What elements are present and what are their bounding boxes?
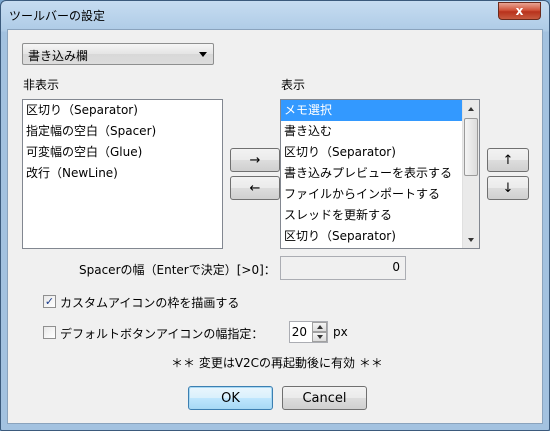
visible-list-scrollbar[interactable] [462, 100, 479, 248]
custom-icon-frame-checkbox[interactable]: ✓ [43, 295, 56, 308]
default-icon-width-checkbox[interactable] [43, 326, 56, 339]
visible-list-label: 表示 [281, 78, 306, 92]
list-item[interactable]: 指定幅の空白（Spacer) [23, 121, 222, 142]
toolbar-select[interactable]: 書き込み欄 [22, 43, 214, 65]
list-item[interactable]: 区切り（Separator) [23, 100, 222, 121]
icon-width-value: 20 [291, 325, 307, 339]
move-up-button[interactable]: ↑ [487, 148, 529, 172]
chevron-down-icon [199, 52, 207, 57]
hidden-list-label: 非表示 [23, 78, 60, 92]
checkmark-icon: ✓ [44, 295, 55, 308]
settings-window: ツールバーの設定 x 書き込み欄 非表示 区切り（Separator) 指定幅の空… [0, 0, 550, 431]
toolbar-select-value: 書き込み欄 [28, 49, 89, 63]
cancel-button-label: Cancel [302, 390, 347, 406]
icon-width-unit: px [333, 325, 348, 339]
list-item[interactable]: ファイルからインポートする [281, 184, 463, 205]
scroll-down-icon [468, 237, 474, 242]
list-item[interactable]: スレッドを更新する [281, 205, 463, 226]
list-item[interactable]: 可変幅の空白（Glue) [23, 142, 222, 163]
move-left-button[interactable]: ← [230, 176, 280, 200]
move-right-button[interactable]: → [230, 148, 280, 172]
spacer-width-value: 0 [392, 260, 400, 274]
custom-icon-frame-label[interactable]: カスタムアイコンの枠を描画する [60, 294, 239, 311]
scroll-up-icon [468, 106, 474, 111]
list-item[interactable]: 区切り（Separator) [281, 142, 463, 163]
move-down-button[interactable]: ↓ [487, 176, 529, 200]
close-button[interactable]: x [498, 2, 541, 20]
default-icon-width-label[interactable]: デフォルトボタンアイコンの幅指定： [60, 325, 263, 342]
visible-listbox[interactable]: メモ選択 書き込む 区切り（Separator) 書き込みプレビューを表示する ファイル… [280, 99, 480, 249]
list-item[interactable]: メモ選択 [281, 100, 463, 121]
window-title: ツールバーの設定 [9, 9, 106, 23]
spinner-up-button[interactable] [312, 322, 327, 332]
scroll-thumb[interactable] [464, 118, 478, 176]
arrow-down-icon: ↓ [502, 180, 514, 196]
spacer-width-label: Spacerの幅（Enterで決定）[>0]： [79, 263, 276, 277]
cancel-button[interactable]: Cancel [282, 386, 367, 410]
spacer-width-input[interactable]: 0 [280, 256, 406, 280]
arrow-up-icon: ↑ [502, 152, 514, 168]
restart-notice: ＊＊ 変更はV2Cの再起動後に有効 ＊＊ [171, 356, 383, 370]
title-bar[interactable]: ツールバーの設定 x [1, 1, 549, 29]
list-item[interactable]: 改行（NewLine) [23, 163, 222, 184]
list-item[interactable]: 書き込む [281, 121, 463, 142]
chevron-up-icon [316, 325, 323, 329]
ok-button-label: OK [221, 390, 240, 406]
ok-button[interactable]: OK [188, 386, 273, 410]
dialog-body: 書き込み欄 非表示 区切り（Separator) 指定幅の空白（Spacer) 可変… [7, 29, 543, 424]
icon-width-spinner[interactable]: 20 [289, 321, 328, 343]
hidden-listbox[interactable]: 区切り（Separator) 指定幅の空白（Spacer) 可変幅の空白（Glue)… [22, 99, 223, 249]
arrow-right-icon: → [249, 152, 261, 168]
scroll-up-button[interactable] [463, 100, 479, 117]
chevron-down-icon [316, 335, 323, 339]
list-item[interactable]: 区切り（Separator) [281, 226, 463, 247]
arrow-left-icon: ← [249, 180, 261, 196]
scroll-down-button[interactable] [463, 231, 479, 248]
list-item[interactable]: 書き込みプレビューを表示する [281, 163, 463, 184]
spinner-down-button[interactable] [312, 332, 327, 342]
close-icon: x [515, 4, 524, 18]
